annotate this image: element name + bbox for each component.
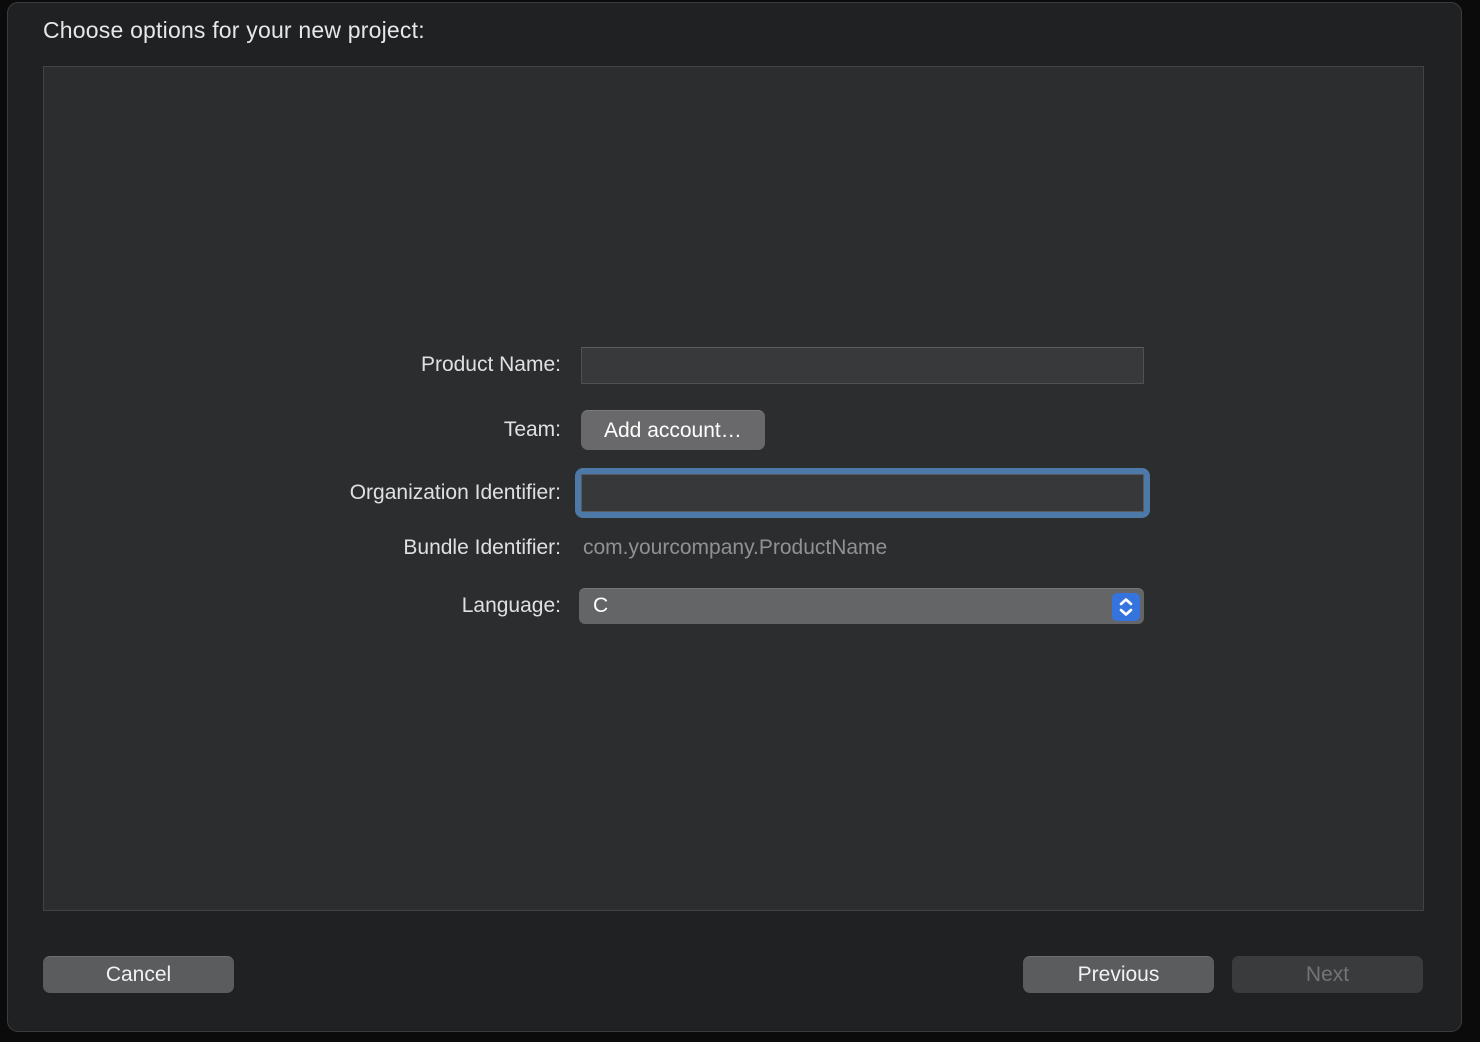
add-account-button[interactable]: Add account…: [581, 410, 765, 450]
focus-ring: [575, 468, 1150, 518]
bundle-identifier-value: com.yourcompany.ProductName: [583, 536, 887, 560]
organization-identifier-label: Organization Identifier:: [43, 481, 561, 505]
dialog-title: Choose options for your new project:: [43, 17, 425, 44]
product-name-label: Product Name:: [43, 353, 561, 377]
previous-button[interactable]: Previous: [1023, 956, 1214, 993]
team-row: Team: Add account…: [43, 410, 1424, 450]
new-project-options-dialog: Choose options for your new project: Pro…: [7, 2, 1462, 1032]
language-label: Language:: [43, 594, 561, 618]
product-name-row: Product Name:: [43, 346, 1424, 384]
language-popup-button[interactable]: C: [579, 588, 1144, 624]
product-name-input[interactable]: [581, 347, 1144, 384]
next-button[interactable]: Next: [1232, 956, 1423, 993]
organization-identifier-input[interactable]: [581, 474, 1144, 512]
bundle-identifier-row: Bundle Identifier: com.yourcompany.Produ…: [43, 533, 1424, 563]
bundle-identifier-label: Bundle Identifier:: [43, 536, 561, 560]
chevron-up-down-icon: [1112, 593, 1140, 621]
organization-identifier-row: Organization Identifier:: [43, 468, 1424, 518]
team-label: Team:: [43, 418, 561, 442]
language-selected-value: C: [579, 594, 608, 618]
cancel-button[interactable]: Cancel: [43, 956, 234, 993]
language-row: Language: C: [43, 587, 1424, 624]
